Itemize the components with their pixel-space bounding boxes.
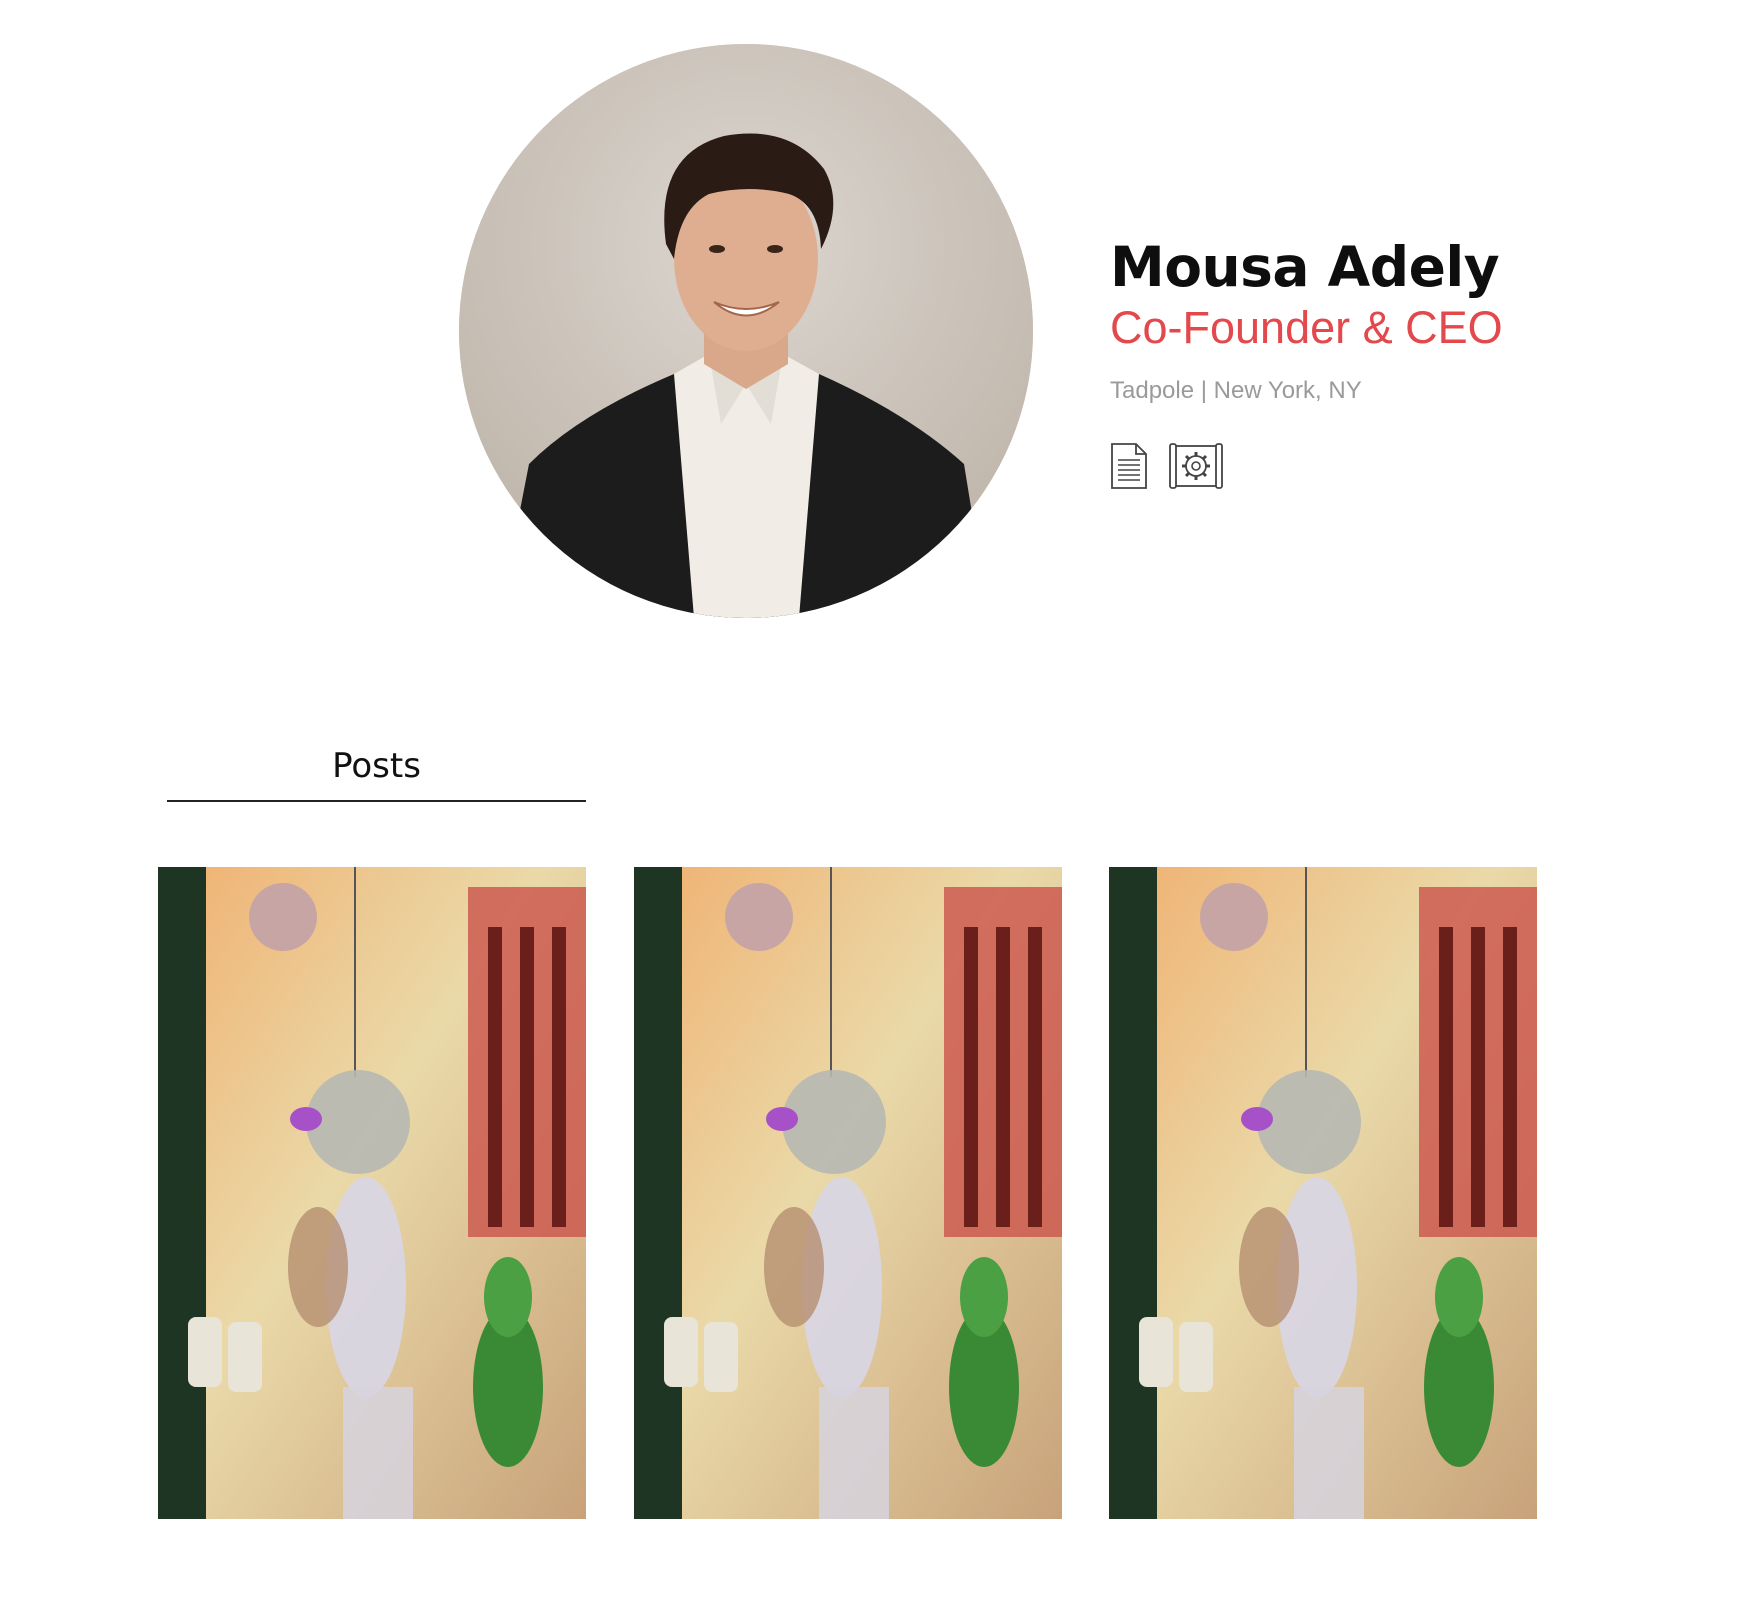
profile-role: Co-Founder & CEO — [1110, 302, 1503, 354]
profile-info: Mousa Adely Co-Founder & CEO Tadpole | N… — [1110, 235, 1670, 405]
profile-actions — [1110, 442, 1224, 495]
post-thumbnail[interactable] — [1109, 867, 1537, 1519]
post-image — [634, 867, 1062, 1519]
tab-posts-label: Posts — [332, 746, 421, 786]
profile-avatar[interactable] — [459, 44, 1033, 618]
avatar-photo — [459, 44, 1033, 618]
profile-org-location: Tadpole | New York, NY — [1110, 377, 1362, 405]
gear-scroll-icon[interactable] — [1168, 442, 1224, 495]
tab-posts[interactable]: Posts — [167, 738, 586, 802]
profile-name: Mousa Adely — [1110, 235, 1500, 299]
post-image — [158, 867, 586, 1519]
document-icon[interactable] — [1110, 442, 1148, 495]
post-image — [1109, 867, 1537, 1519]
post-thumbnail[interactable] — [158, 867, 586, 1519]
post-thumbnail[interactable] — [634, 867, 1062, 1519]
